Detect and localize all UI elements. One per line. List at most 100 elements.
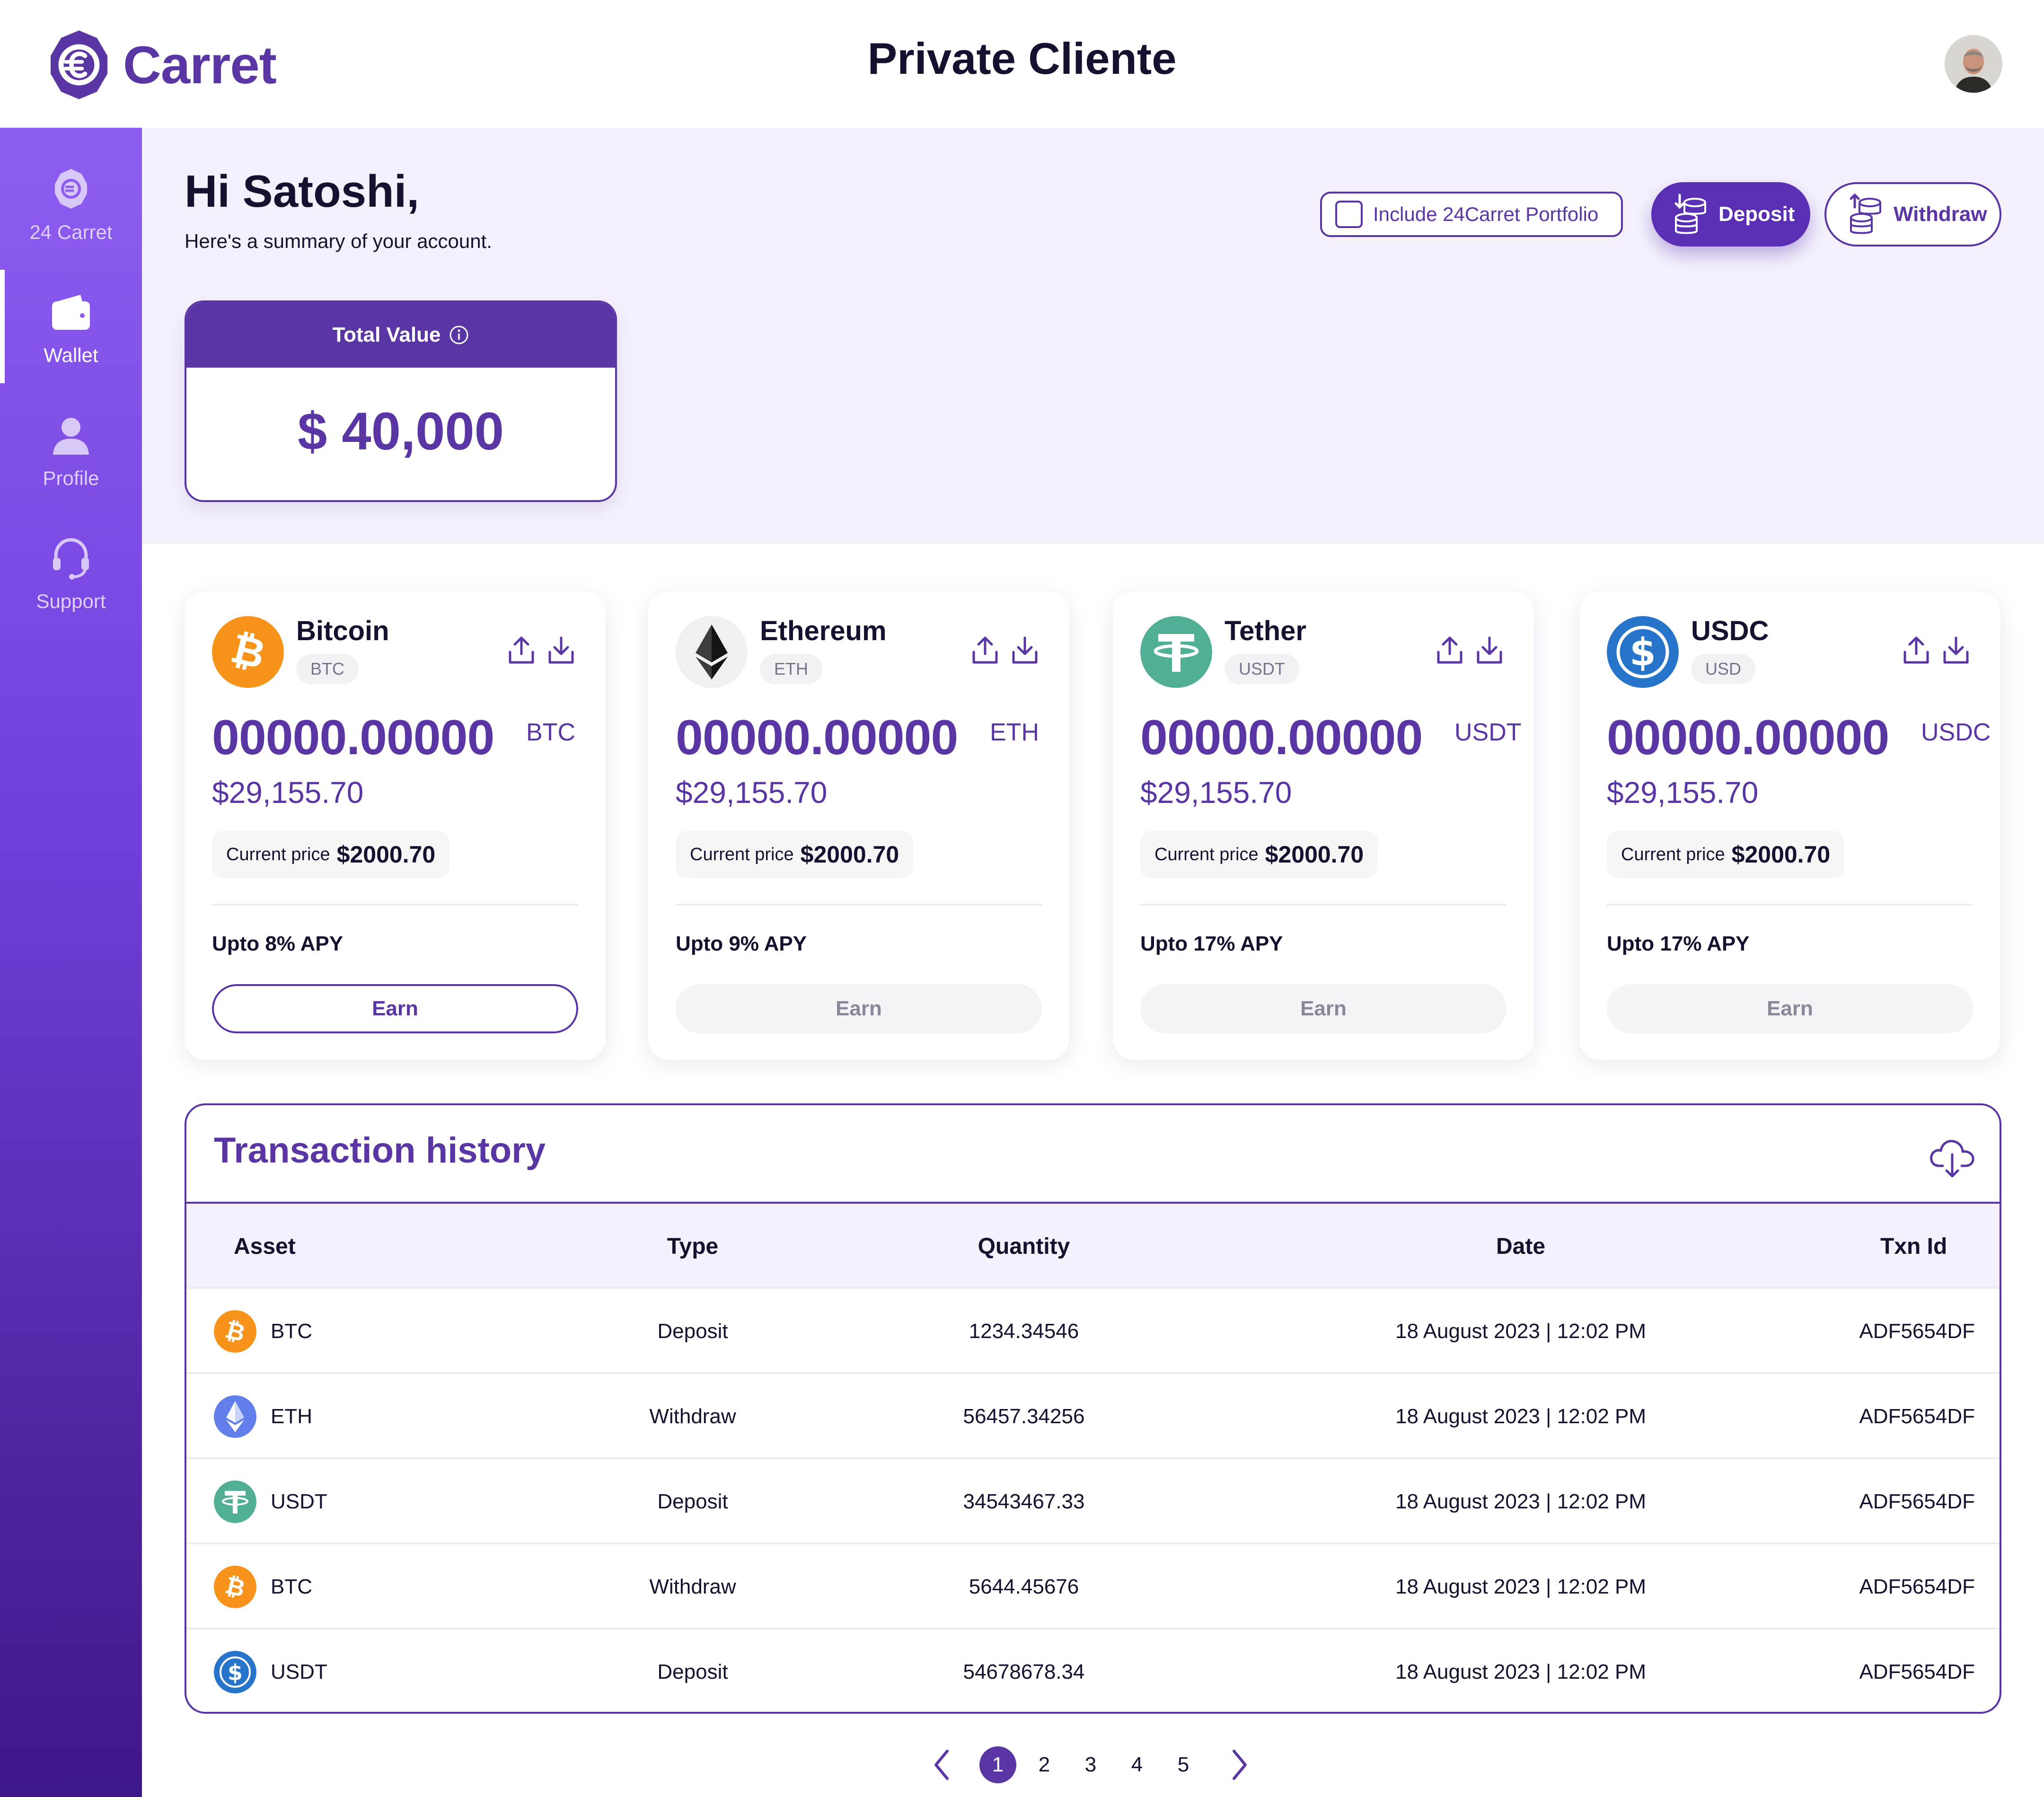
sidebar-item-24-carret[interactable]: 24 Carret: [0, 147, 142, 260]
receive-icon[interactable]: [1475, 635, 1504, 665]
sidebar-item-profile[interactable]: Profile: [0, 393, 142, 506]
total-value-card: Total Value $ 40,000: [185, 300, 617, 502]
receive-icon[interactable]: [1942, 635, 1970, 665]
coins-deposit-icon: [1674, 194, 1706, 234]
current-price-pill: Current price $2000.70: [676, 831, 914, 878]
table-row[interactable]: USDT Deposit 34543467.33 18 August 2023 …: [186, 1457, 2000, 1542]
coins-withdraw-icon: [1850, 193, 1881, 234]
chevron-right-icon: [1233, 1750, 1247, 1780]
table-row[interactable]: ₿ BTC Deposit 1234.34546 18 August 2023 …: [186, 1287, 2000, 1374]
send-icon[interactable]: [1436, 635, 1464, 665]
include-portfolio-toggle[interactable]: Include 24Carret Portfolio: [1320, 192, 1623, 237]
next-page-button[interactable]: [1225, 1746, 1254, 1784]
greeting-subtitle: Here's a summary of your account.: [185, 230, 492, 252]
current-price-label: Current price: [226, 844, 330, 864]
txn-id-cell: ADF5654DF: [1859, 1575, 1975, 1598]
headset-icon: [45, 532, 97, 583]
column-header-date[interactable]: Date: [1379, 1204, 1663, 1289]
sidebar-item-label: Support: [36, 590, 106, 612]
column-header-quantity[interactable]: Quantity: [929, 1204, 1119, 1289]
date-cell: 18 August 2023 | 12:02 PM: [1395, 1490, 1647, 1513]
table-row[interactable]: ₿ BTC Withdraw 5644.45676 18 August 2023…: [186, 1542, 2000, 1628]
bitcoin-icon: ₿: [214, 1310, 256, 1353]
asset-usd-value: $29,155.70: [1607, 775, 1759, 810]
column-header-asset[interactable]: Asset: [234, 1204, 296, 1289]
avatar[interactable]: [1945, 35, 2002, 93]
usdc-icon: $: [214, 1651, 256, 1693]
date-cell: 18 August 2023 | 12:02 PM: [1395, 1575, 1647, 1598]
asset-unit: ETH: [990, 719, 1039, 746]
asset-quantity: 00000.00000: [1607, 710, 1889, 765]
avatar-photo-icon: [1945, 35, 2002, 93]
tether-icon: [214, 1480, 256, 1523]
sidebar-item-support[interactable]: Support: [0, 516, 142, 629]
page-button-4[interactable]: 4: [1119, 1746, 1155, 1783]
asset-quantity: 00000.00000: [212, 710, 494, 765]
asset-unit: USDT: [1454, 719, 1522, 746]
date-cell: 18 August 2023 | 12:02 PM: [1395, 1660, 1647, 1683]
info-icon[interactable]: [449, 325, 469, 345]
send-icon[interactable]: [1902, 635, 1930, 665]
earn-button[interactable]: Earn: [676, 984, 1042, 1033]
type-cell: Deposit: [657, 1490, 728, 1513]
send-icon[interactable]: [971, 635, 999, 665]
table-header: Asset Type Quantity Date Txn Id: [186, 1202, 2000, 1289]
top-bar: Carret Private Cliente: [0, 0, 2044, 128]
previous-page-button[interactable]: [927, 1746, 956, 1784]
date-cell: 18 August 2023 | 12:02 PM: [1395, 1320, 1647, 1343]
deposit-button[interactable]: Deposit: [1651, 182, 1810, 247]
earn-button[interactable]: Earn: [212, 984, 578, 1033]
cloud-download-icon[interactable]: [1929, 1133, 1976, 1180]
send-icon[interactable]: [507, 635, 536, 665]
quantity-cell: 34543467.33: [963, 1490, 1085, 1513]
page-button-1[interactable]: 1: [979, 1746, 1016, 1783]
asset-cell: ₿ BTC: [214, 1289, 312, 1374]
sidebar-item-wallet[interactable]: Wallet: [0, 270, 142, 383]
withdraw-button[interactable]: Withdraw: [1824, 182, 2001, 247]
current-price-value: $2000.70: [1731, 841, 1831, 868]
column-header-txn-id[interactable]: Txn Id: [1880, 1204, 2000, 1289]
divider: [1140, 904, 1507, 906]
asset-card-tether: Tether USDT 00000.00000 USDT $29,155.70 …: [1113, 591, 1534, 1060]
current-price-value: $2000.70: [800, 841, 899, 868]
asset-card-bitcoin: ₿ Bitcoin BTC 00000.00000 BTC $29,155.70…: [185, 591, 606, 1060]
apy-label: Upto 17% APY: [1607, 932, 1750, 955]
total-value-header: Total Value: [186, 302, 615, 368]
sidebar: 24 Carret Wallet Profile Support: [0, 128, 142, 1797]
receive-icon[interactable]: [1011, 635, 1039, 665]
transaction-history-card: Transaction history Asset Type Quantity …: [185, 1103, 2001, 1714]
earn-button[interactable]: Earn: [1140, 984, 1507, 1033]
total-value-label: Total Value: [332, 323, 441, 346]
table-row[interactable]: ETH Withdraw 56457.34256 18 August 2023 …: [186, 1372, 2000, 1459]
page-button-2[interactable]: 2: [1026, 1746, 1063, 1783]
sidebar-item-label: Wallet: [44, 344, 98, 366]
asset-ticker: ETH: [760, 654, 822, 684]
asset-quantity: 00000.00000: [676, 710, 958, 765]
asset-cell: ETH: [214, 1374, 312, 1459]
bitcoin-icon: ₿: [214, 1566, 256, 1608]
asset-label: BTC: [271, 1320, 312, 1343]
apy-label: Upto 8% APY: [212, 932, 344, 955]
current-price-pill: Current price $2000.70: [212, 831, 450, 878]
asset-usd-value: $29,155.70: [212, 775, 364, 810]
column-header-type[interactable]: Type: [622, 1204, 764, 1289]
current-price-label: Current price: [1154, 844, 1259, 864]
page-button-3[interactable]: 3: [1072, 1746, 1109, 1783]
table-row[interactable]: $ USDT Deposit 54678678.34 18 August 202…: [186, 1628, 2000, 1712]
asset-cell: $ USDT: [214, 1630, 327, 1712]
include-portfolio-checkbox[interactable]: [1335, 201, 1363, 228]
txn-id-cell: ADF5654DF: [1859, 1320, 1975, 1343]
asset-label: BTC: [271, 1575, 312, 1598]
page-button-5[interactable]: 5: [1165, 1746, 1202, 1783]
receive-icon[interactable]: [547, 635, 575, 665]
earn-button[interactable]: Earn: [1607, 984, 1973, 1033]
apy-label: Upto 9% APY: [676, 932, 807, 955]
sidebar-item-label: 24 Carret: [29, 221, 113, 243]
include-portfolio-label: Include 24Carret Portfolio: [1373, 203, 1599, 225]
type-cell: Deposit: [657, 1660, 728, 1683]
quantity-cell: 5644.45676: [969, 1575, 1079, 1598]
current-price-pill: Current price $2000.70: [1140, 831, 1378, 878]
transaction-history-title: Transaction history: [214, 1130, 546, 1171]
type-cell: Withdraw: [649, 1405, 736, 1428]
asset-name: Bitcoin: [296, 616, 389, 646]
